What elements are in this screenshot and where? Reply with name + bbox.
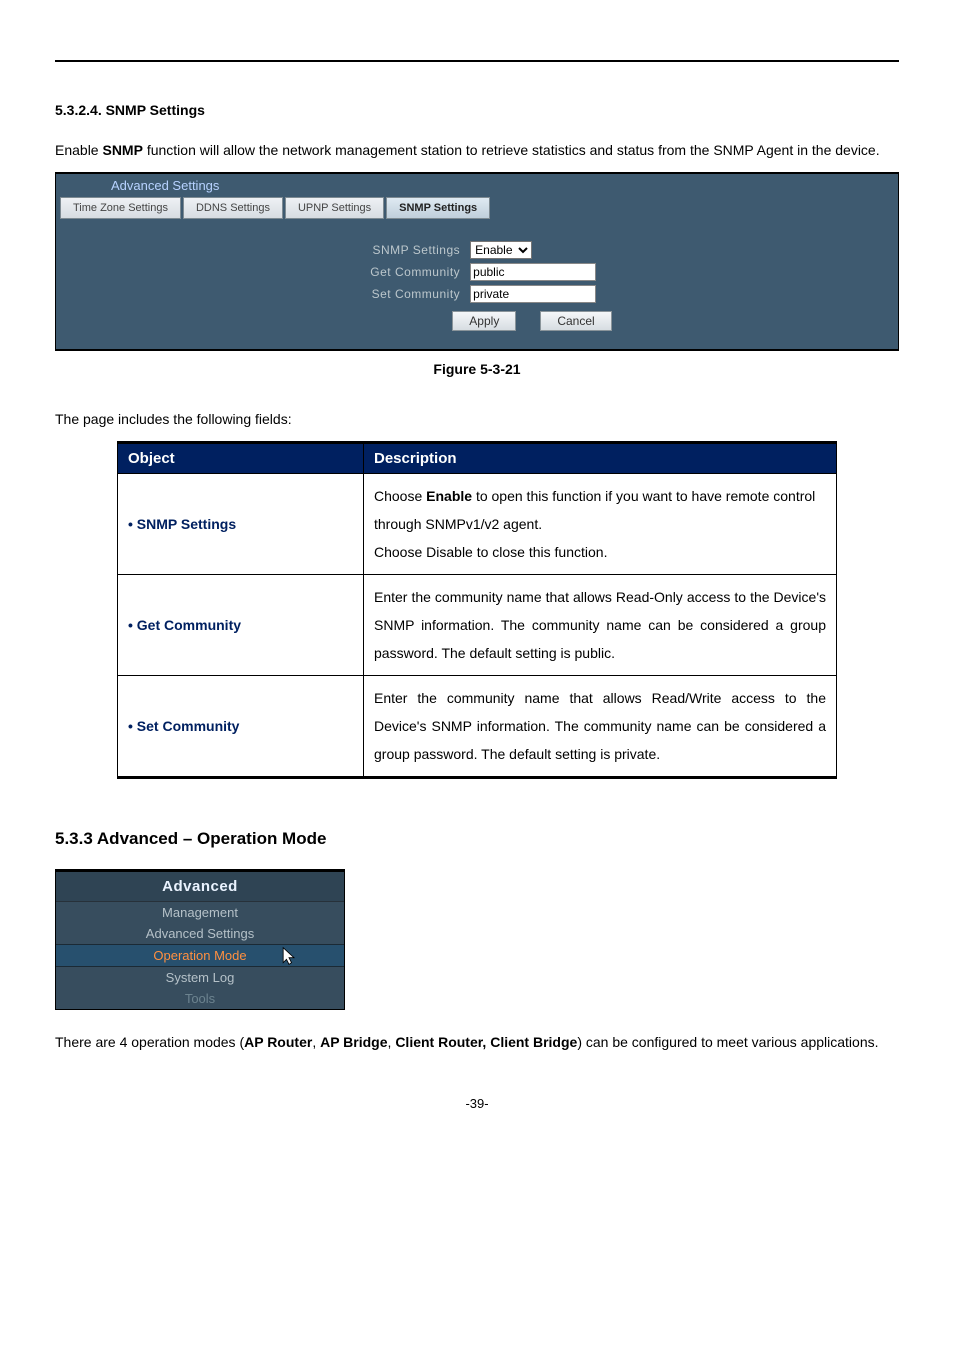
desc-get-community: Enter the community name that allows Rea… — [364, 575, 837, 676]
apply-button[interactable]: Apply — [452, 311, 516, 331]
advanced-menu-header: Advanced — [56, 870, 344, 902]
snmp-form-area: SNMP Settings Enable Get Community Set C… — [56, 225, 898, 349]
obj-snmp-settings: SNMP Settings — [128, 516, 236, 532]
cancel-button[interactable]: Cancel — [540, 311, 611, 331]
advanced-menu: Advanced Management Advanced Settings Op… — [55, 869, 345, 1010]
advanced-settings-title: Advanced Settings — [56, 174, 898, 197]
figure-caption: Figure 5-3-21 — [55, 361, 899, 377]
table-header-description: Description — [364, 443, 837, 474]
fields-intro: The page includes the following fields: — [55, 405, 899, 433]
table-row: Get Community Enter the community name t… — [118, 575, 837, 676]
section-title: SNMP Settings — [106, 102, 205, 118]
tab-snmp-settings[interactable]: SNMP Settings — [386, 197, 490, 219]
get-community-input[interactable] — [470, 263, 596, 281]
menu-item-operation-mode[interactable]: Operation Mode — [56, 944, 344, 967]
menu-item-advanced-settings[interactable]: Advanced Settings — [56, 923, 344, 944]
tab-row: Time Zone Settings DDNS Settings UPNP Se… — [56, 197, 898, 225]
menu-item-system-log[interactable]: System Log — [56, 967, 344, 988]
section-heading-5324: 5.3.2.4. SNMP Settings — [55, 102, 899, 118]
section-heading-533: 5.3.3 Advanced – Operation Mode — [55, 829, 899, 849]
advanced-settings-panel: Advanced Settings Time Zone Settings DDN… — [55, 172, 899, 351]
tab-upnp-settings[interactable]: UPNP Settings — [285, 197, 384, 219]
operation-modes-paragraph: There are 4 operation modes (AP Router, … — [55, 1028, 899, 1056]
snmp-intro-paragraph: Enable SNMP function will allow the netw… — [55, 136, 899, 164]
table-row: SNMP Settings Choose Enable to open this… — [118, 474, 837, 575]
desc-set-community: Enter the community name that allows Rea… — [364, 676, 837, 778]
snmp-settings-label: SNMP Settings — [56, 243, 470, 257]
page-number: -39- — [55, 1096, 899, 1111]
page-top-rule — [55, 60, 899, 62]
desc-snmp-settings: Choose Enable to open this function if y… — [364, 474, 837, 575]
set-community-label: Set Community — [56, 287, 470, 301]
obj-set-community: Set Community — [128, 718, 239, 734]
object-description-table: Object Description SNMP Settings Choose … — [117, 441, 837, 779]
set-community-input[interactable] — [470, 285, 596, 303]
table-row: Set Community Enter the community name t… — [118, 676, 837, 778]
obj-get-community: Get Community — [128, 617, 241, 633]
get-community-label: Get Community — [56, 265, 470, 279]
menu-item-tools[interactable]: Tools — [56, 988, 344, 1009]
tab-ddns-settings[interactable]: DDNS Settings — [183, 197, 283, 219]
menu-item-management[interactable]: Management — [56, 902, 344, 923]
table-header-object: Object — [118, 443, 364, 474]
tab-time-zone-settings[interactable]: Time Zone Settings — [60, 197, 181, 219]
snmp-settings-select[interactable]: Enable — [470, 241, 532, 259]
section-num: 5.3.2.4. — [55, 102, 102, 118]
